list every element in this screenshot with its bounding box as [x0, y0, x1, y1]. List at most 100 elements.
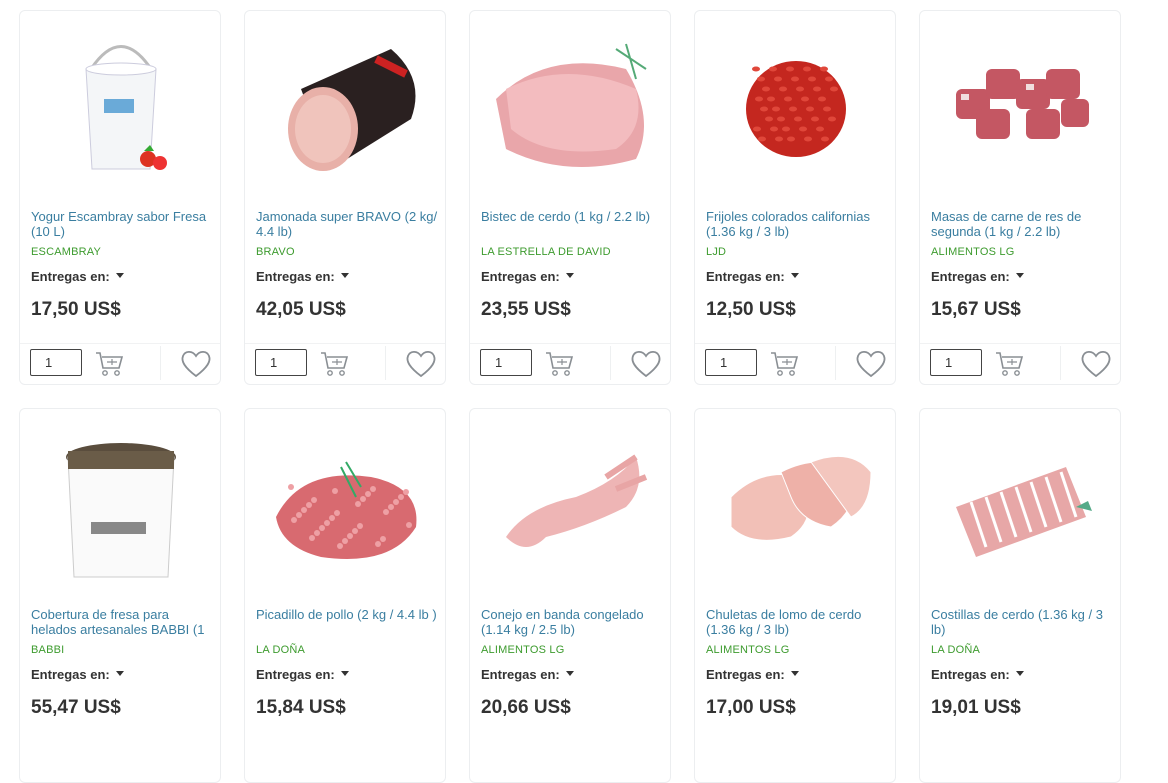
- wishlist-heart-icon[interactable]: [405, 349, 437, 379]
- pork-chops-icon[interactable]: [703, 417, 889, 597]
- add-to-cart-icon[interactable]: [544, 350, 574, 378]
- caret-down-icon: [790, 273, 799, 279]
- product-card[interactable]: Yogur Escambray sabor Fresa (10 L) ESCAM…: [19, 10, 221, 385]
- product-brand[interactable]: BABBI: [31, 644, 64, 656]
- product-brand[interactable]: BRAVO: [256, 246, 295, 258]
- product-title[interactable]: Frijoles colorados californias (1.36 kg …: [706, 209, 891, 241]
- product-brand[interactable]: LA DOÑA: [931, 644, 980, 656]
- product-title[interactable]: Jamonada super BRAVO (2 kg/ 4.4 lb): [256, 209, 441, 241]
- add-to-cart-icon[interactable]: [94, 350, 124, 378]
- divider: [160, 346, 161, 380]
- delivery-dropdown[interactable]: Entregas en:: [31, 269, 124, 284]
- product-price: 20,66 US$: [481, 697, 571, 718]
- quantity-input[interactable]: [30, 349, 82, 376]
- product-price: 15,84 US$: [256, 697, 346, 718]
- product-title[interactable]: Bistec de cerdo (1 kg / 2.2 lb): [481, 209, 666, 241]
- wishlist-heart-icon[interactable]: [855, 349, 887, 379]
- product-brand[interactable]: ESCAMBRAY: [31, 246, 101, 258]
- caret-down-icon: [1015, 273, 1024, 279]
- product-brand[interactable]: LA DOÑA: [256, 644, 305, 656]
- delivery-label: Entregas en:: [31, 269, 110, 284]
- product-brand[interactable]: ALIMENTOS LG: [706, 644, 790, 656]
- delivery-dropdown[interactable]: Entregas en:: [931, 667, 1024, 682]
- caret-down-icon: [565, 671, 574, 677]
- delivery-label: Entregas en:: [481, 667, 560, 682]
- divider: [385, 346, 386, 380]
- divider: [610, 346, 611, 380]
- bucket-yogurt-icon[interactable]: [28, 19, 214, 199]
- card-actions: [245, 343, 445, 384]
- delivery-dropdown[interactable]: Entregas en:: [706, 269, 799, 284]
- delivery-label: Entregas en:: [256, 269, 335, 284]
- product-card[interactable]: Conejo en banda congelado (1.14 kg / 2.5…: [469, 408, 671, 783]
- pork-steak-icon[interactable]: [478, 19, 664, 199]
- wishlist-heart-icon[interactable]: [180, 349, 212, 379]
- pork-ribs-icon[interactable]: [928, 417, 1114, 597]
- product-title[interactable]: Chuletas de lomo de cerdo (1.36 kg / 3 l…: [706, 607, 891, 639]
- delivery-label: Entregas en:: [931, 269, 1010, 284]
- wishlist-heart-icon[interactable]: [630, 349, 662, 379]
- product-card[interactable]: Chuletas de lomo de cerdo (1.36 kg / 3 l…: [694, 408, 896, 783]
- card-actions: [920, 343, 1120, 384]
- product-price: 17,50 US$: [31, 299, 121, 320]
- product-price: 19,01 US$: [931, 697, 1021, 718]
- product-title[interactable]: Cobertura de fresa para helados artesana…: [31, 607, 216, 639]
- add-to-cart-icon[interactable]: [994, 350, 1024, 378]
- delivery-label: Entregas en:: [31, 667, 110, 682]
- product-card[interactable]: Jamonada super BRAVO (2 kg/ 4.4 lb) BRAV…: [244, 10, 446, 385]
- delivery-dropdown[interactable]: Entregas en:: [931, 269, 1024, 284]
- product-title[interactable]: Picadillo de pollo (2 kg / 4.4 lb ): [256, 607, 441, 639]
- product-price: 55,47 US$: [31, 697, 121, 718]
- beef-chunks-icon[interactable]: [928, 19, 1114, 199]
- add-to-cart-icon[interactable]: [319, 350, 349, 378]
- product-price: 23,55 US$: [481, 299, 571, 320]
- quantity-input[interactable]: [255, 349, 307, 376]
- delivery-dropdown[interactable]: Entregas en:: [481, 667, 574, 682]
- delivery-dropdown[interactable]: Entregas en:: [31, 667, 124, 682]
- delivery-label: Entregas en:: [256, 667, 335, 682]
- divider: [835, 346, 836, 380]
- product-title[interactable]: Costillas de cerdo (1.36 kg / 3 lb): [931, 607, 1116, 639]
- topping-bucket-icon[interactable]: [28, 417, 214, 597]
- delivery-dropdown[interactable]: Entregas en:: [256, 667, 349, 682]
- product-title[interactable]: Yogur Escambray sabor Fresa (10 L): [31, 209, 216, 241]
- ground-chicken-icon[interactable]: [253, 417, 439, 597]
- wishlist-heart-icon[interactable]: [1080, 349, 1112, 379]
- product-price: 42,05 US$: [256, 299, 346, 320]
- product-card[interactable]: Bistec de cerdo (1 kg / 2.2 lb) LA ESTRE…: [469, 10, 671, 385]
- product-price: 12,50 US$: [706, 299, 796, 320]
- delivery-label: Entregas en:: [931, 667, 1010, 682]
- product-card[interactable]: Masas de carne de res de segunda (1 kg /…: [919, 10, 1121, 385]
- caret-down-icon: [115, 671, 124, 677]
- add-to-cart-icon[interactable]: [769, 350, 799, 378]
- quantity-input[interactable]: [930, 349, 982, 376]
- product-brand[interactable]: LJD: [706, 246, 726, 258]
- delivery-dropdown[interactable]: Entregas en:: [256, 269, 349, 284]
- rabbit-meat-icon[interactable]: [478, 417, 664, 597]
- caret-down-icon: [340, 273, 349, 279]
- product-brand[interactable]: ALIMENTOS LG: [931, 246, 1015, 258]
- delivery-label: Entregas en:: [706, 269, 785, 284]
- caret-down-icon: [790, 671, 799, 677]
- delivery-dropdown[interactable]: Entregas en:: [706, 667, 799, 682]
- product-title[interactable]: Masas de carne de res de segunda (1 kg /…: [931, 209, 1116, 241]
- product-card[interactable]: Cobertura de fresa para helados artesana…: [19, 408, 221, 783]
- product-brand[interactable]: LA ESTRELLA DE DAVID: [481, 246, 611, 258]
- product-price: 15,67 US$: [931, 299, 1021, 320]
- product-price: 17,00 US$: [706, 697, 796, 718]
- quantity-input[interactable]: [705, 349, 757, 376]
- card-actions: [20, 343, 220, 384]
- product-card[interactable]: Costillas de cerdo (1.36 kg / 3 lb) LA D…: [919, 408, 1121, 783]
- product-card[interactable]: Frijoles colorados californias (1.36 kg …: [694, 10, 896, 385]
- red-beans-icon[interactable]: [703, 19, 889, 199]
- product-card[interactable]: Picadillo de pollo (2 kg / 4.4 lb ) LA D…: [244, 408, 446, 783]
- card-actions: [470, 343, 670, 384]
- ham-roll-icon[interactable]: [253, 19, 439, 199]
- caret-down-icon: [1015, 671, 1024, 677]
- card-actions: [695, 343, 895, 384]
- product-title[interactable]: Conejo en banda congelado (1.14 kg / 2.5…: [481, 607, 666, 639]
- quantity-input[interactable]: [480, 349, 532, 376]
- delivery-label: Entregas en:: [706, 667, 785, 682]
- product-brand[interactable]: ALIMENTOS LG: [481, 644, 565, 656]
- delivery-dropdown[interactable]: Entregas en:: [481, 269, 574, 284]
